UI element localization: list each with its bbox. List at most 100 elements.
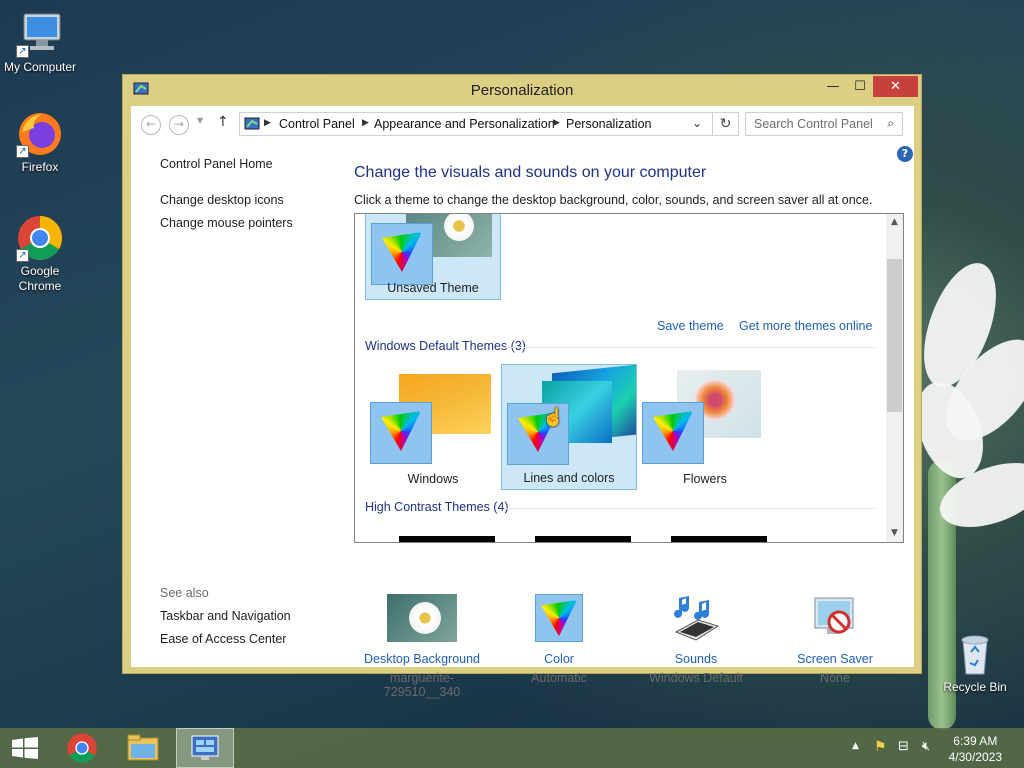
taskbar-control-panel[interactable] <box>176 728 234 768</box>
clock-time: 6:39 AM <box>953 734 998 748</box>
save-theme-link[interactable]: Save theme <box>657 319 724 333</box>
breadcrumb-appearance[interactable]: Appearance and Personalization <box>374 117 555 131</box>
desktop-icon-label: Recycle Bin <box>943 680 1007 694</box>
screen-saver-setting[interactable]: Screen Saver None <box>765 594 905 685</box>
desktop-icon-firefox[interactable]: ↗ Firefox <box>0 110 80 174</box>
back-button[interactable]: ← <box>141 115 161 135</box>
window-content: ← → ▼ ↑ ▶ Control Panel ▶ Appearance and… <box>131 106 914 699</box>
screen-saver-link[interactable]: Screen Saver <box>765 652 905 666</box>
theme-unsaved[interactable]: Unsaved Theme <box>365 214 501 300</box>
chrome-icon <box>67 733 97 763</box>
mouse-pointer-hand-icon: ☝ <box>542 407 565 427</box>
section-divider <box>505 508 875 509</box>
show-hidden-icons-chevron-icon[interactable]: ▲ <box>852 741 859 751</box>
volume-muted-icon[interactable]: 🔇︎ <box>922 739 930 754</box>
see-also-label: See also <box>160 586 209 600</box>
clock[interactable]: 6:39 AM 4/30/2023 <box>949 733 1002 765</box>
desktop-background-thumbnail <box>387 594 457 642</box>
theme-label: Windows <box>407 472 459 486</box>
sounds-link[interactable]: Sounds <box>626 652 766 666</box>
palette-fan <box>653 411 693 451</box>
desktop-background-value: marguerite-729510__340 <box>383 671 461 699</box>
breadcrumb-personalization[interactable]: Personalization <box>566 117 651 131</box>
palette-fan <box>541 600 577 636</box>
screen-saver-value: None <box>820 671 850 685</box>
breadcrumb-control-panel[interactable]: Control Panel <box>279 117 355 131</box>
color-setting[interactable]: Color Automatic <box>489 594 629 685</box>
color-palette-icon <box>371 223 433 285</box>
screen-saver-icon <box>811 594 859 642</box>
theme-windows[interactable]: Windows <box>365 364 501 490</box>
theme-label: Flowers <box>683 472 727 486</box>
title-bar[interactable]: Personalization — ☐ ✕ <box>123 75 921 105</box>
breadcrumb-chevron-icon: ▶ <box>264 117 271 127</box>
change-desktop-icons-link[interactable]: Change desktop icons <box>160 193 284 207</box>
daisy-thumbnail <box>409 602 441 634</box>
personalization-window: Personalization — ☐ ✕ ← → ▼ ↑ ▶ Control … <box>122 74 922 699</box>
recycle-bin-icon <box>951 630 999 678</box>
desktop-background-link[interactable]: Desktop Background <box>352 652 492 666</box>
control-panel-icon <box>191 735 219 760</box>
desktop-icon-label: Google Chrome <box>18 264 62 293</box>
address-bar[interactable]: ▶ Control Panel ▶ Appearance and Persona… <box>239 112 739 136</box>
desktop-icon-chrome[interactable]: ↗ Google Chrome <box>0 214 80 294</box>
theme-list-scrollbar[interactable]: ▲ ▼ <box>886 214 903 542</box>
theme-flowers[interactable]: Flowers <box>637 364 773 490</box>
sounds-value: Windows Default <box>649 671 743 685</box>
desktop-icon-my-computer[interactable]: ↗ My Computer <box>0 10 80 74</box>
palette-fan <box>381 411 421 451</box>
theme-label: Unsaved Theme <box>387 281 479 295</box>
forward-button[interactable]: → <box>169 115 189 135</box>
search-icon[interactable]: ⌕ <box>887 116 894 131</box>
high-contrast-theme-preview[interactable] <box>671 536 767 542</box>
close-button[interactable]: ✕ <box>873 76 918 97</box>
high-contrast-theme-preview[interactable] <box>399 536 495 542</box>
color-link[interactable]: Color <box>489 652 629 666</box>
desktop-icon-label: Firefox <box>21 160 59 174</box>
action-center-flag-icon[interactable]: ⚑ <box>874 739 887 755</box>
taskbar: ▲ ⚑ ⊟ 🔇︎ 6:39 AM 4/30/2023 <box>0 728 1024 768</box>
help-icon[interactable]: ? <box>897 146 913 162</box>
sounds-setting[interactable]: Sounds Windows Default <box>626 594 766 685</box>
desktop-background-setting[interactable]: Desktop Background marguerite-729510__34… <box>352 594 492 699</box>
change-mouse-pointers-link[interactable]: Change mouse pointers <box>160 216 293 230</box>
taskbar-chrome[interactable] <box>56 728 108 768</box>
desktop-icon-recycle-bin[interactable]: Recycle Bin <box>935 630 1015 694</box>
chrome-icon: ↗ <box>16 214 64 262</box>
theme-label: Lines and colors <box>523 471 615 485</box>
breadcrumb-chevron-icon: ▶ <box>553 117 560 127</box>
maximize-button[interactable]: ☐ <box>847 76 873 97</box>
taskbar-navigation-link[interactable]: Taskbar and Navigation <box>160 609 291 623</box>
daisy-thumbnail <box>444 214 474 241</box>
theme-lines-and-colors[interactable]: ☝ Lines and colors <box>501 364 637 490</box>
section-divider <box>505 347 875 348</box>
firefox-icon: ↗ <box>16 110 64 158</box>
minimize-button[interactable]: — <box>819 76 847 97</box>
control-panel-home-link[interactable]: Control Panel Home <box>160 157 273 171</box>
sounds-icon <box>672 594 720 642</box>
refresh-icon[interactable]: ↻ <box>712 112 738 136</box>
shortcut-arrow-icon: ↗ <box>16 45 29 58</box>
scroll-up-icon[interactable]: ▲ <box>886 217 903 227</box>
color-palette-icon <box>535 594 583 642</box>
network-icon[interactable]: ⊟ <box>898 739 909 754</box>
high-contrast-theme-preview[interactable] <box>535 536 631 542</box>
desktop-icon-label: My Computer <box>3 60 77 74</box>
breadcrumb-chevron-icon: ▶ <box>362 117 369 127</box>
search-input[interactable]: Search Control Panel ⌕ <box>745 112 903 136</box>
get-more-themes-link[interactable]: Get more themes online <box>739 319 872 333</box>
theme-list: Unsaved Theme Save theme Get more themes… <box>354 213 904 543</box>
page-title: Change the visuals and sounds on your co… <box>354 164 707 181</box>
folder-icon <box>127 734 159 761</box>
taskbar-file-explorer[interactable] <box>116 728 170 768</box>
ease-of-access-link[interactable]: Ease of Access Center <box>160 632 286 646</box>
recent-locations-chevron-icon[interactable]: ▼ <box>197 116 203 125</box>
start-button[interactable] <box>0 728 48 768</box>
default-themes-heading: Windows Default Themes (3) <box>365 339 526 353</box>
up-arrow-icon[interactable]: ↑ <box>217 114 229 130</box>
scroll-thumb[interactable] <box>887 259 902 412</box>
windows-logo-icon <box>12 737 38 759</box>
address-dropdown-chevron-icon[interactable]: ⌄ <box>692 116 702 130</box>
window-title: Personalization <box>470 82 574 99</box>
scroll-down-icon[interactable]: ▼ <box>886 528 903 538</box>
